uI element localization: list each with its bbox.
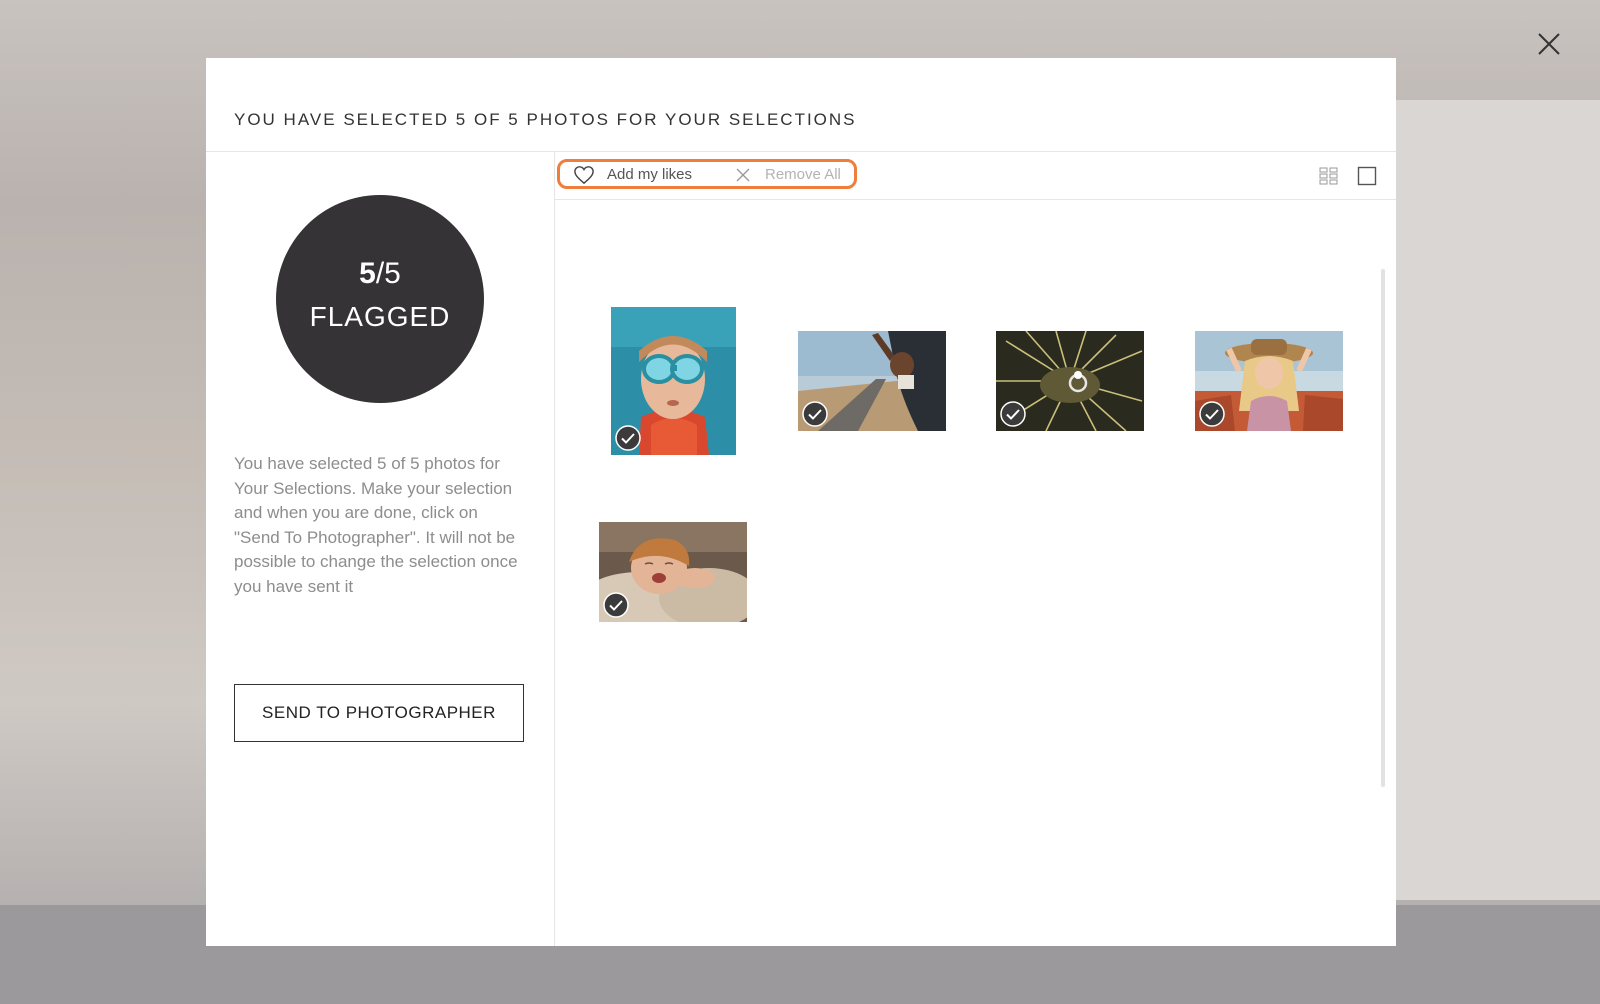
selection-toolbar: Add my likes Remove All	[555, 152, 1396, 200]
heart-icon[interactable]	[573, 165, 595, 185]
check-circle-icon[interactable]	[603, 592, 629, 618]
photo-thumbnail[interactable]	[996, 331, 1144, 431]
photo-thumbnail[interactable]	[1195, 331, 1343, 431]
flagged-count-badge: 5/5 FLAGGED	[276, 195, 484, 403]
single-view-icon[interactable]	[1357, 166, 1377, 186]
photo-thumbnail[interactable]	[798, 331, 946, 431]
modal-header: YOU HAVE SELECTED 5 OF 5 PHOTOS FOR YOUR…	[206, 58, 1396, 152]
add-my-likes-button[interactable]: Add my likes	[607, 166, 692, 183]
total-count: 5	[384, 257, 401, 290]
check-circle-icon[interactable]	[615, 425, 641, 451]
modal-title: YOU HAVE SELECTED 5 OF 5 PHOTOS FOR YOUR…	[234, 110, 857, 129]
selection-description: You have selected 5 of 5 photos for Your…	[234, 454, 518, 596]
photo-grid-scrollbar[interactable]	[1381, 269, 1385, 787]
send-to-photographer-button[interactable]: SEND TO PHOTOGRAPHER	[234, 684, 524, 742]
photo-grid-panel: Add my likes Remove All	[555, 152, 1396, 946]
selected-count: 5	[359, 257, 376, 290]
remove-all-button[interactable]: Remove All	[765, 166, 841, 183]
photo-thumbnail[interactable]	[599, 522, 747, 622]
selections-modal: YOU HAVE SELECTED 5 OF 5 PHOTOS FOR YOUR…	[206, 58, 1396, 946]
check-circle-icon[interactable]	[802, 401, 828, 427]
grid-view-icon[interactable]	[1319, 166, 1339, 186]
close-icon[interactable]	[1533, 28, 1565, 60]
selection-summary-panel: 5/5 FLAGGED You have selected 5 of 5 pho…	[206, 152, 555, 946]
check-circle-icon[interactable]	[1199, 401, 1225, 427]
photo-thumbnail[interactable]	[611, 307, 736, 455]
count-separator: /	[375, 257, 385, 290]
flagged-label: FLAGGED	[309, 301, 451, 332]
flagged-count: 5/5	[276, 257, 484, 291]
remove-all-icon[interactable]	[735, 167, 751, 183]
check-circle-icon[interactable]	[1000, 401, 1026, 427]
